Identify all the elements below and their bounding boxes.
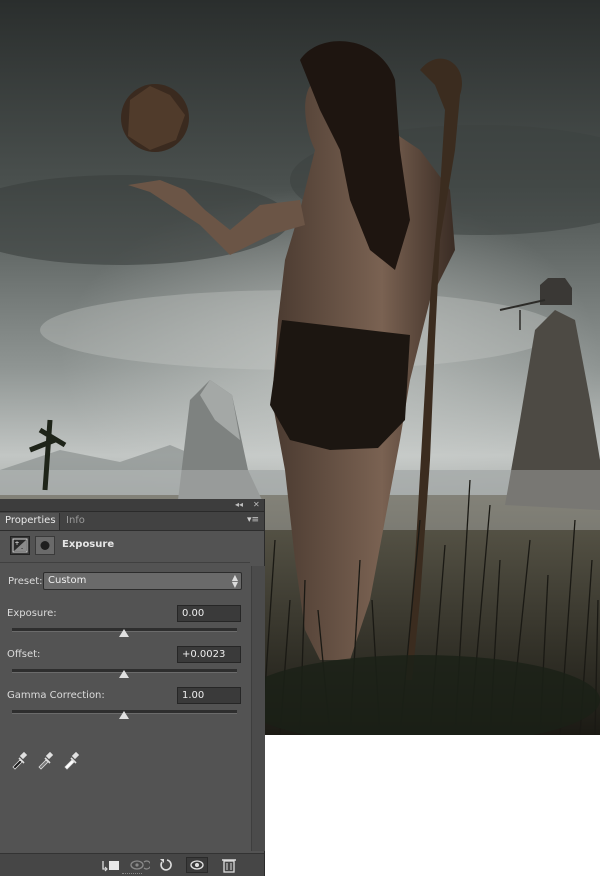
gamma-correction-slider-thumb[interactable]: [119, 711, 129, 719]
panel-bottom-toolbar: [0, 853, 264, 876]
reset-icon[interactable]: [156, 857, 178, 873]
preset-label: Preset:: [8, 576, 43, 587]
tab-properties[interactable]: Properties: [0, 513, 60, 530]
trash-icon[interactable]: [218, 857, 240, 873]
layer-mask-icon[interactable]: [35, 536, 55, 555]
adjustment-header: + - Exposure: [8, 536, 258, 556]
preset-dropdown[interactable]: Custom ▲ ▼: [43, 572, 242, 590]
panel-tab-bar: Properties Info ▾≡: [0, 512, 264, 531]
gray-point-eyedropper-icon[interactable]: [36, 750, 54, 770]
panel-title-bar: ◂◂ ✕: [0, 499, 264, 512]
collapse-panel-icon[interactable]: ◂◂: [235, 499, 243, 511]
panel-scrollbar[interactable]: [251, 566, 265, 851]
visibility-eye-icon[interactable]: [186, 857, 208, 873]
panel-menu-icon[interactable]: ▾≡: [247, 515, 259, 525]
svg-text:+: +: [15, 540, 20, 547]
exposure-slider-thumb[interactable]: [119, 629, 129, 637]
black-point-eyedropper-icon[interactable]: [10, 750, 28, 770]
tab-info[interactable]: Info: [61, 513, 90, 530]
preset-value: Custom: [48, 575, 87, 586]
gamma-correction-label: Gamma Correction:: [7, 690, 105, 701]
offset-value-field[interactable]: +0.0023: [177, 646, 241, 663]
view-previous-state-icon[interactable]: [128, 857, 152, 873]
gamma-correction-value-field[interactable]: 1.00: [177, 687, 241, 704]
close-panel-icon[interactable]: ✕: [253, 499, 260, 511]
adjustment-title: Exposure: [62, 539, 115, 550]
divider: [0, 562, 250, 563]
properties-panel: ◂◂ ✕ Properties Info ▾≡ + - Exposure Pre…: [0, 499, 265, 876]
white-point-eyedropper-icon[interactable]: [62, 750, 80, 770]
panel-resize-grip[interactable]: [122, 873, 142, 877]
clip-to-layer-icon[interactable]: [100, 857, 122, 873]
offset-slider-thumb[interactable]: [119, 670, 129, 678]
offset-label: Offset:: [7, 649, 41, 660]
svg-text:-: -: [21, 545, 23, 552]
exposure-adjustment-icon[interactable]: + -: [10, 536, 30, 555]
exposure-label: Exposure:: [7, 608, 57, 619]
exposure-value-field[interactable]: 0.00: [177, 605, 241, 622]
dropdown-arrows-icon: ▲ ▼: [231, 573, 238, 589]
